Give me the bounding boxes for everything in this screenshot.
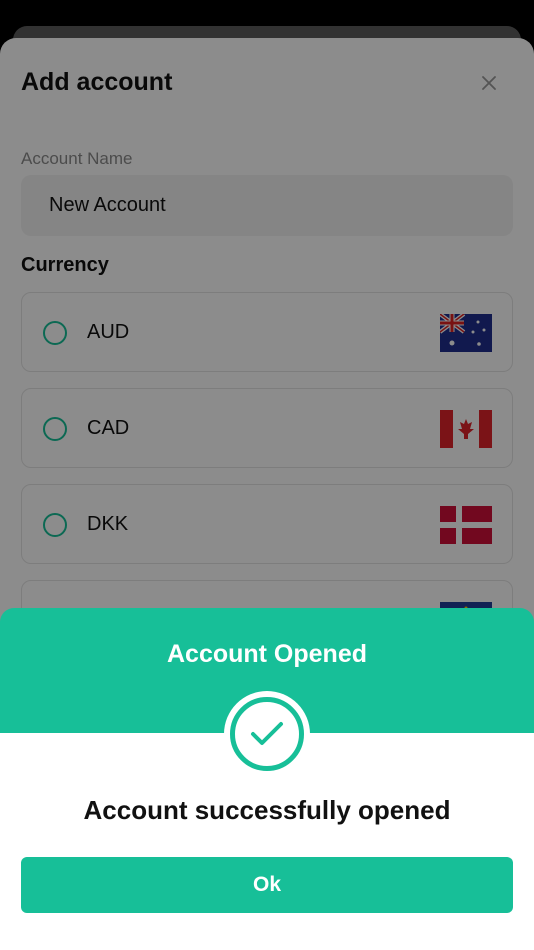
- ok-button[interactable]: Ok: [21, 857, 513, 913]
- success-badge: [224, 691, 310, 777]
- modal-title: Account Opened: [166, 640, 367, 668]
- checkmark-icon: [251, 722, 283, 745]
- success-message: Account successfully opened: [83, 795, 451, 825]
- success-ring: [230, 697, 304, 771]
